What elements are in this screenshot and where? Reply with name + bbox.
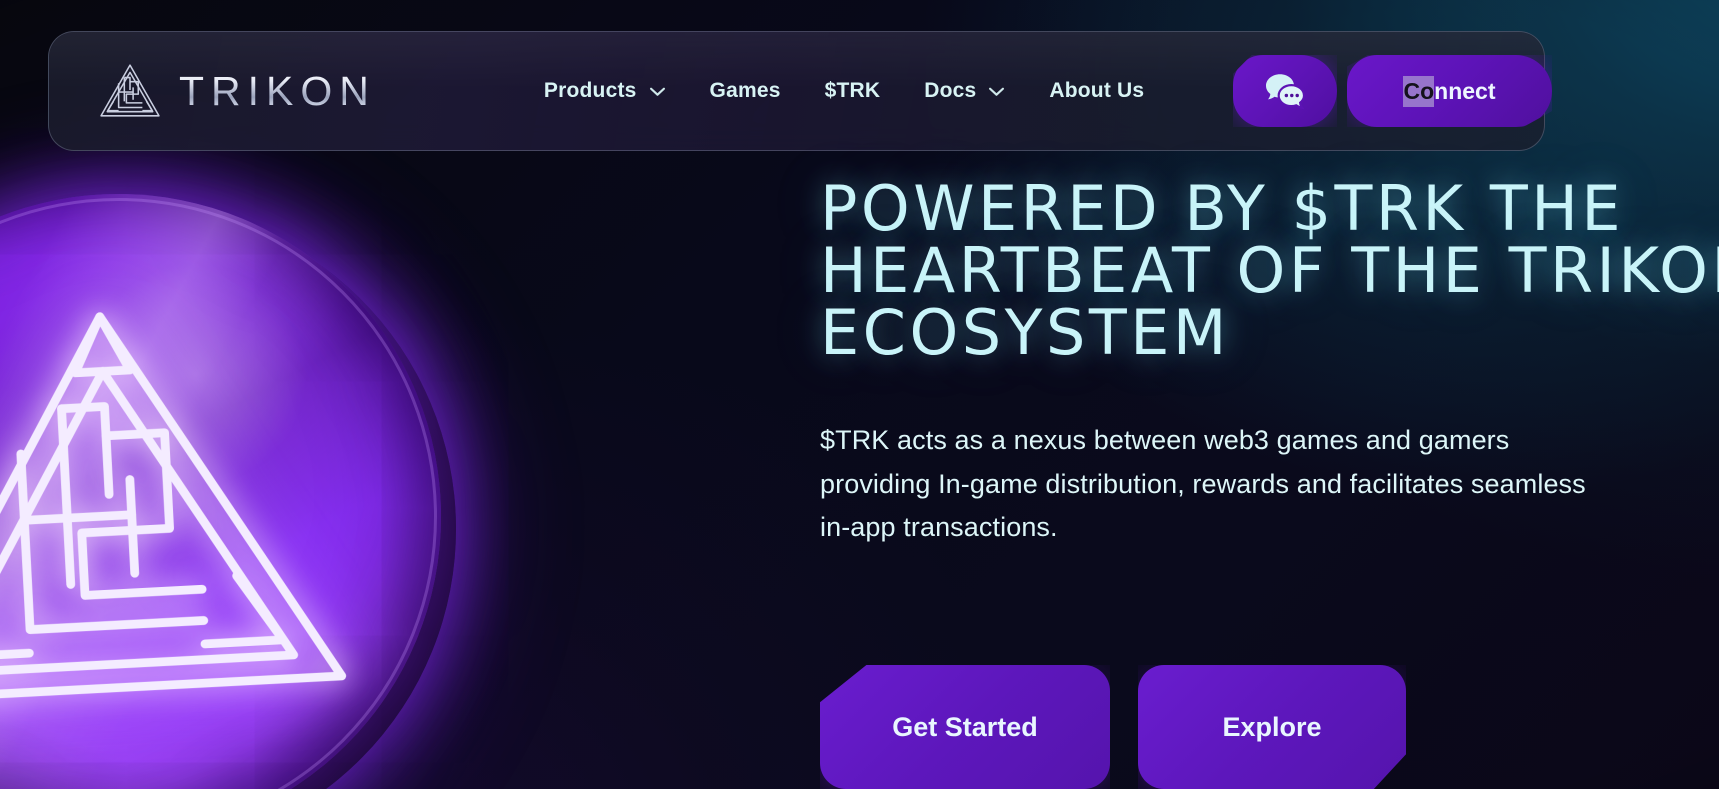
page-title: POWERED BY $TRK THE HEARTBEAT OF THE TRI… [820, 172, 1719, 369]
coin-face [0, 194, 441, 789]
connect-wallet-button[interactable]: Co nnect [1347, 55, 1552, 127]
get-started-button[interactable]: Get Started [820, 665, 1110, 789]
nav-label: Docs [924, 79, 977, 102]
hero-title-line-1: POWERED BY $TRK THE [820, 172, 1625, 245]
explore-button[interactable]: Explore [1138, 665, 1406, 789]
nav-label: $TRK [824, 79, 881, 102]
trikon-triangle-maze-icon [100, 64, 160, 117]
nav-item-about-us[interactable]: About Us [1049, 79, 1144, 103]
nav-label: Products [543, 79, 637, 102]
chevron-down-icon [989, 87, 1005, 96]
trikon-coin-graphic [0, 130, 610, 789]
brand-name: TRIKON [179, 67, 376, 114]
chat-bubbles-icon [1266, 74, 1306, 110]
page-root: TRIKON Products Games $TRK Docs About Us… [0, 0, 1719, 789]
nav-item-trk[interactable]: $TRK [825, 79, 881, 103]
nav-label: Games [709, 79, 781, 102]
hero-cta-row: Get Started Explore [820, 665, 1406, 789]
header-actions: Co nnect [1233, 55, 1552, 127]
hero-description: $TRK acts as a nexus between web3 games … [820, 425, 1586, 543]
brand-logo[interactable]: TRIKON [99, 62, 376, 120]
hero-section: POWERED BY $TRK THE HEARTBEAT OF THE TRI… [820, 172, 1719, 550]
site-header: TRIKON Products Games $TRK Docs About Us… [48, 31, 1552, 151]
nav-label: About Us [1049, 79, 1145, 102]
main-nav: Products Games $TRK Docs About Us [544, 79, 1144, 103]
hero-title-line-2: HEARTBEAT OF THE TRIKON [820, 234, 1719, 307]
chevron-down-icon [649, 87, 665, 96]
connect-label-selected: Co [1403, 75, 1435, 107]
trikon-triangle-maze-icon [0, 311, 346, 704]
nav-item-products[interactable]: Products [544, 79, 666, 103]
nav-item-docs[interactable]: Docs [924, 79, 1005, 103]
chat-button[interactable] [1233, 55, 1337, 127]
connect-label-rest: nnect [1434, 77, 1496, 104]
nav-item-games[interactable]: Games [710, 79, 781, 103]
hero-title-line-3: ECOSYSTEM [820, 296, 1230, 369]
